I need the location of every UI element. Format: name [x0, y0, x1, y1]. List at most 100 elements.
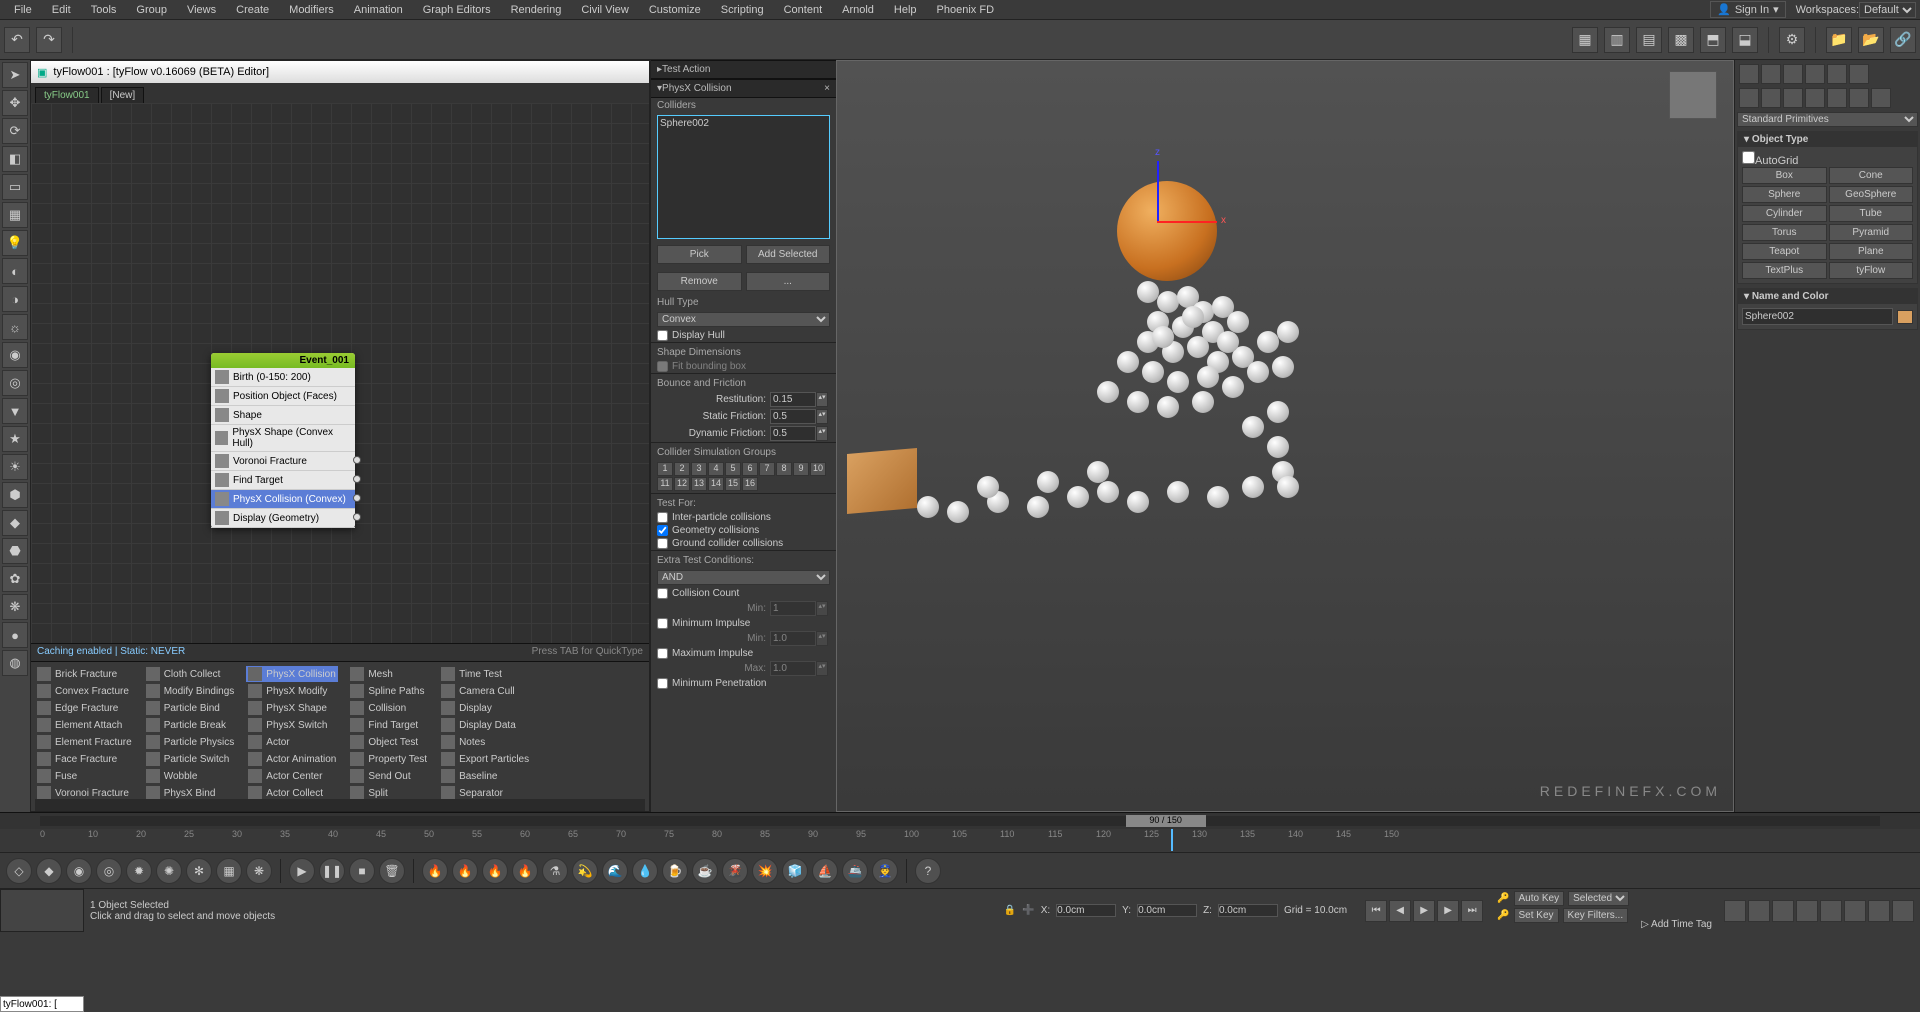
sim-group-toggle[interactable]: 8	[776, 462, 792, 476]
nav-zoom-button[interactable]	[1748, 900, 1770, 922]
fx-icon-10[interactable]: ⛵	[812, 858, 838, 884]
fx-icon-9[interactable]: 🧊	[782, 858, 808, 884]
sim-group-toggle[interactable]: 9	[793, 462, 809, 476]
min-impulse-checkbox[interactable]	[657, 618, 668, 629]
tool-select[interactable]: ➤	[2, 62, 28, 88]
pb-icon-6[interactable]: ✺	[156, 858, 182, 884]
pb-icon-2[interactable]: ◆	[36, 858, 62, 884]
fx-icon-6[interactable]: ☕	[692, 858, 718, 884]
fire-icon-2[interactable]: 🔥	[452, 858, 478, 884]
cameras-icon[interactable]	[1805, 88, 1825, 108]
tool-6[interactable]: ▦	[2, 202, 28, 228]
box-object[interactable]	[847, 448, 917, 514]
max-impulse-checkbox[interactable]	[657, 648, 668, 659]
tool-scale[interactable]: ◧	[2, 146, 28, 172]
pb-icon-3[interactable]: ◉	[66, 858, 92, 884]
z-axis-icon[interactable]	[1157, 161, 1159, 221]
palette-item[interactable]: Particle Bind	[144, 700, 237, 716]
prev-frame-button[interactable]: ◀	[1389, 900, 1411, 922]
tool-17[interactable]: ◆	[2, 510, 28, 536]
more-button[interactable]: ...	[746, 272, 831, 291]
palette-item[interactable]: Find Target	[348, 717, 429, 733]
geometry-icon[interactable]	[1739, 88, 1759, 108]
nav-7[interactable]	[1868, 900, 1890, 922]
node-row-physx-shape[interactable]: PhysX Shape (Convex Hull)	[211, 425, 355, 452]
fx-icon-1[interactable]: ⚗	[542, 858, 568, 884]
play-anim-button[interactable]: ▶	[1413, 900, 1435, 922]
spinner-icon[interactable]: ▴▾	[816, 409, 828, 424]
sim-group-toggle[interactable]: 6	[742, 462, 758, 476]
pb-icon-1[interactable]: ◇	[6, 858, 32, 884]
fx-icon-2[interactable]: 💫	[572, 858, 598, 884]
pb-icon-7[interactable]: ✻	[186, 858, 212, 884]
helpers-icon[interactable]	[1827, 88, 1847, 108]
primitives-dropdown[interactable]: Standard Primitives	[1737, 112, 1918, 127]
stop-button[interactable]: ■	[349, 858, 375, 884]
menu-graph-editors[interactable]: Graph Editors	[413, 2, 501, 18]
remove-button[interactable]: Remove	[657, 272, 742, 291]
fire-icon-1[interactable]: 🔥	[422, 858, 448, 884]
key-target-select[interactable]: Selected	[1568, 891, 1629, 906]
palette-item[interactable]: Element Fracture	[35, 734, 134, 750]
toolbar-icon-10[interactable]: 🔗	[1890, 27, 1916, 53]
physx-collision-header[interactable]: ▾ PhysX Collision×	[651, 79, 836, 98]
main-sphere-object[interactable]	[1117, 181, 1217, 281]
primitive-button[interactable]: GeoSphere	[1829, 186, 1914, 203]
tool-22[interactable]: ◍	[2, 650, 28, 676]
goto-end-button[interactable]: ⏭	[1461, 900, 1483, 922]
palette-item[interactable]: Property Test	[348, 751, 429, 767]
viewport-layout-3[interactable]: ▤	[1636, 27, 1662, 53]
time-slider-track[interactable]: 90 / 150	[40, 816, 1880, 826]
tool-rotate[interactable]: ⟳	[2, 118, 28, 144]
primitive-button[interactable]: Cylinder	[1742, 205, 1827, 222]
palette-item[interactable]: PhysX Collision	[246, 666, 338, 682]
color-swatch[interactable]	[1897, 310, 1913, 324]
inter-particle-checkbox[interactable]	[657, 512, 668, 523]
tool-21[interactable]: ●	[2, 622, 28, 648]
fire-icon-4[interactable]: 🔥	[512, 858, 538, 884]
add-icon[interactable]: ➕	[1022, 905, 1034, 916]
primitive-button[interactable]: Pyramid	[1829, 224, 1914, 241]
sim-group-toggle[interactable]: 2	[674, 462, 690, 476]
primitive-button[interactable]: Teapot	[1742, 243, 1827, 260]
graph-canvas[interactable]: Event_001 Birth (0-150: 200) Position Ob…	[31, 103, 649, 643]
viewport-layout-4[interactable]: ▩	[1668, 27, 1694, 53]
x-input[interactable]	[1056, 904, 1116, 917]
close-icon[interactable]: ×	[824, 83, 830, 94]
sim-group-toggle[interactable]: 1	[657, 462, 673, 476]
fx-icon-5[interactable]: 🍺	[662, 858, 688, 884]
fx-icon-3[interactable]: 🌊	[602, 858, 628, 884]
static-friction-input[interactable]	[770, 409, 816, 424]
palette-item[interactable]: Edge Fracture	[35, 700, 134, 716]
node-row-find-target[interactable]: Find Target	[211, 471, 355, 490]
pb-icon-5[interactable]: ✹	[126, 858, 152, 884]
spinner-icon[interactable]: ▴▾	[816, 426, 828, 441]
display-tab[interactable]	[1827, 64, 1847, 84]
palette-item[interactable]: PhysX Switch	[246, 717, 338, 733]
collision-count-checkbox[interactable]	[657, 588, 668, 599]
autogrid-checkbox[interactable]	[1742, 151, 1755, 164]
ground-collider-checkbox[interactable]	[657, 538, 668, 549]
tool-8[interactable]: ◐	[2, 258, 28, 284]
fx-icon-11[interactable]: 🚢	[842, 858, 868, 884]
pick-button[interactable]: Pick	[657, 245, 742, 264]
nav-8[interactable]	[1892, 900, 1914, 922]
key-filters-button[interactable]: Key Filters...	[1563, 908, 1629, 923]
palette-item[interactable]: Time Test	[439, 666, 531, 682]
menu-scripting[interactable]: Scripting	[711, 2, 774, 18]
tool-5[interactable]: ▭	[2, 174, 28, 200]
tool-12[interactable]: ◎	[2, 370, 28, 396]
toolbar-icon-8[interactable]: 📁	[1826, 27, 1852, 53]
palette-item[interactable]: PhysX Modify	[246, 683, 338, 699]
palette-item[interactable]: Object Test	[348, 734, 429, 750]
palette-item[interactable]: Collision	[348, 700, 429, 716]
z-input[interactable]	[1218, 904, 1278, 917]
lights-icon[interactable]	[1783, 88, 1803, 108]
fx-icon-8[interactable]: 💥	[752, 858, 778, 884]
menu-phoenix[interactable]: Phoenix FD	[927, 2, 1004, 18]
primitive-button[interactable]: tyFlow	[1829, 262, 1914, 279]
palette-scrollbar[interactable]	[35, 799, 645, 811]
editor-tab-new[interactable]: [New]	[101, 87, 145, 103]
display-hull-checkbox[interactable]	[657, 330, 668, 341]
sim-group-toggle[interactable]: 13	[691, 477, 707, 491]
